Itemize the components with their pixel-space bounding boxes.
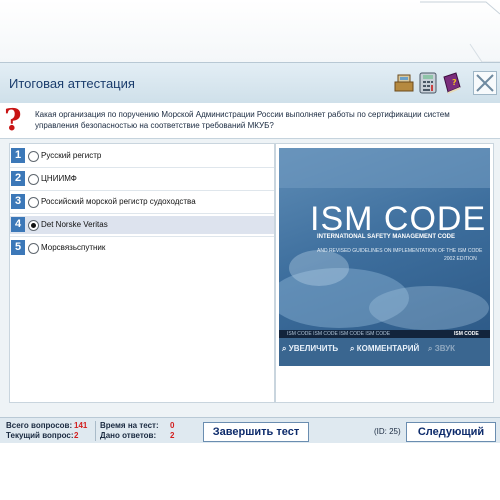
- cover-subtitle: INTERNATIONAL SAFETY MANAGEMENT CODE: [317, 234, 456, 240]
- answer-option-2[interactable]: 2 ЦНИИМФ: [10, 170, 274, 188]
- answer-radio[interactable]: [28, 174, 39, 185]
- page-curl-decoration: [420, 1, 500, 62]
- svg-text:?: ?: [452, 78, 457, 87]
- zoom-label: УВЕЛИЧИТЬ: [288, 344, 339, 353]
- answer-number: 3: [11, 194, 25, 209]
- cover-stripe-text: ISM CODE ISM CODE ISM CODE ISM CODE: [287, 331, 391, 337]
- answer-divider: [10, 213, 274, 214]
- cash-register-icon[interactable]: [392, 71, 416, 95]
- calculator-icon[interactable]: [416, 71, 440, 95]
- time-label: Время на тест:: [100, 421, 159, 430]
- close-icon: [476, 74, 494, 92]
- cover-stripe-highlight: ISM CODE: [454, 331, 479, 337]
- sound-button[interactable]: ⌕ ЗВУК: [428, 344, 468, 358]
- answer-divider: [10, 190, 274, 191]
- question-id: (ID: 25): [374, 427, 401, 436]
- answer-label: Российский морской регистр судоходства: [41, 197, 196, 206]
- answer-radio-selected[interactable]: [28, 220, 39, 231]
- sound-label: ЗВУК: [434, 344, 456, 353]
- answered-label: Дано ответов:: [100, 431, 157, 440]
- zoom-button[interactable]: ⌕ УВЕЛИЧИТЬ: [282, 344, 348, 358]
- answer-number: 5: [11, 240, 25, 255]
- answer-option-3[interactable]: 3 Российский морской регистр судоходства: [10, 193, 274, 211]
- window-title: Итоговая аттестация: [9, 76, 135, 91]
- answer-divider: [10, 236, 274, 237]
- comment-label: КОММЕНТАРИЙ: [356, 344, 420, 353]
- book-icon[interactable]: ?: [440, 71, 464, 95]
- time-value: 0: [170, 421, 175, 430]
- answer-option-4[interactable]: 4 Det Norske Veritas: [10, 216, 274, 234]
- status-bar: Всего вопросов: 141 Текущий вопрос: 2 Вр…: [0, 417, 500, 444]
- answer-divider: [10, 167, 274, 168]
- search-icon: ⌕: [282, 344, 287, 353]
- answer-radio[interactable]: [28, 243, 39, 254]
- title-bar: Итоговая аттестация ?: [0, 63, 500, 103]
- status-divider: [95, 421, 96, 441]
- answer-number: 1: [11, 148, 25, 163]
- next-button[interactable]: Следующий: [406, 422, 496, 442]
- answer-number: 4: [11, 217, 25, 232]
- answer-label: Морсвязьспутник: [41, 243, 106, 252]
- test-window: Итоговая аттестация ? ? Какая организаци…: [0, 62, 500, 444]
- current-question-value: 2: [74, 431, 79, 440]
- cover-guidelines: AND REVISED GUIDELINES ON IMPLEMENTATION…: [317, 248, 483, 254]
- answer-option-1[interactable]: 1 Русский регистр: [10, 147, 274, 165]
- finish-test-button[interactable]: Завершить тест: [203, 422, 309, 442]
- sound-icon: ⌕: [428, 344, 433, 353]
- answer-radio[interactable]: [28, 197, 39, 208]
- image-panel: ISM CODE INTERNATIONAL SAFETY MANAGEMENT…: [275, 143, 494, 403]
- question-text: Какая организация по поручению Морской А…: [35, 110, 450, 130]
- current-question-label: Текущий вопрос:: [6, 431, 74, 440]
- page-footer-area: [0, 443, 500, 500]
- total-questions-label: Всего вопросов:: [6, 421, 73, 430]
- comment-button[interactable]: ⌕ КОММЕНТАРИЙ: [350, 344, 426, 358]
- total-questions-value: 141: [74, 421, 88, 430]
- answer-label: Русский регистр: [41, 151, 102, 160]
- answered-value: 2: [170, 431, 175, 440]
- comment-icon: ⌕: [350, 344, 355, 353]
- question-bar: ? Какая организация по поручению Морской…: [0, 103, 500, 139]
- answer-option-5[interactable]: 5 Морсвязьспутник: [10, 239, 274, 257]
- answer-label: Det Norske Veritas: [41, 220, 108, 229]
- answer-number: 2: [11, 171, 25, 186]
- question-mark-icon: ?: [4, 103, 22, 138]
- ism-code-cover-image: ISM CODE INTERNATIONAL SAFETY MANAGEMENT…: [279, 148, 490, 366]
- close-button[interactable]: [473, 71, 497, 95]
- cover-edition: 2002 EDITION: [444, 256, 477, 262]
- answer-radio[interactable]: [28, 151, 39, 162]
- page-background: [0, 0, 500, 62]
- answer-label: ЦНИИМФ: [41, 174, 77, 183]
- answer-list: 1 Русский регистр 2 ЦНИИМФ 3 Российский …: [9, 143, 275, 403]
